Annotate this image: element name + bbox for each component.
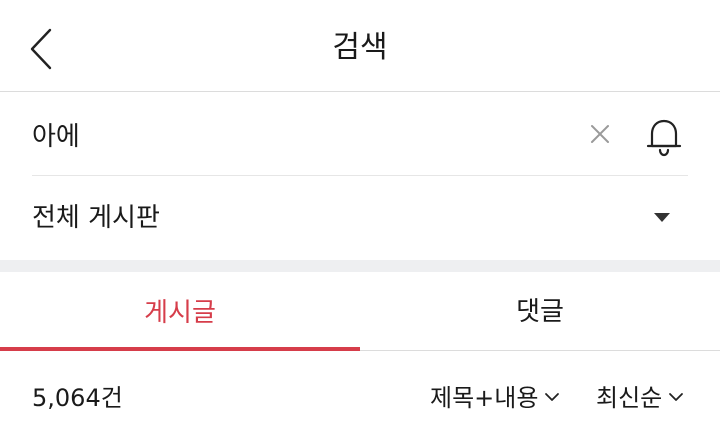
result-tabs: 게시글 댓글 — [0, 272, 720, 351]
board-select[interactable]: 전체 게시판 — [32, 176, 688, 260]
clear-search-button[interactable] — [588, 122, 612, 146]
chevron-down-icon — [669, 393, 684, 401]
page-title: 검색 — [332, 30, 388, 65]
tab-comments[interactable]: 댓글 — [360, 272, 720, 351]
sort-dropdown[interactable]: 최신순 — [596, 381, 684, 415]
app-header: 검색 — [0, 0, 720, 92]
search-row — [32, 92, 688, 176]
caret-down-icon — [654, 213, 670, 222]
result-count: 5,064건 — [32, 384, 123, 412]
board-select-label: 전체 게시판 — [32, 203, 160, 233]
section-divider — [0, 260, 720, 272]
tab-posts[interactable]: 게시글 — [0, 272, 360, 351]
close-icon — [591, 125, 609, 143]
result-bar: 5,064건 제목+내용 최신순 — [0, 351, 720, 426]
sort-label: 최신순 — [596, 384, 663, 412]
chevron-down-icon — [545, 393, 560, 401]
search-scope-label: 제목+내용 — [430, 384, 539, 412]
keyword-alert-button[interactable] — [642, 114, 686, 158]
bell-icon — [646, 119, 682, 157]
search-input[interactable] — [32, 114, 572, 154]
search-scope-dropdown[interactable]: 제목+내용 — [430, 381, 560, 415]
